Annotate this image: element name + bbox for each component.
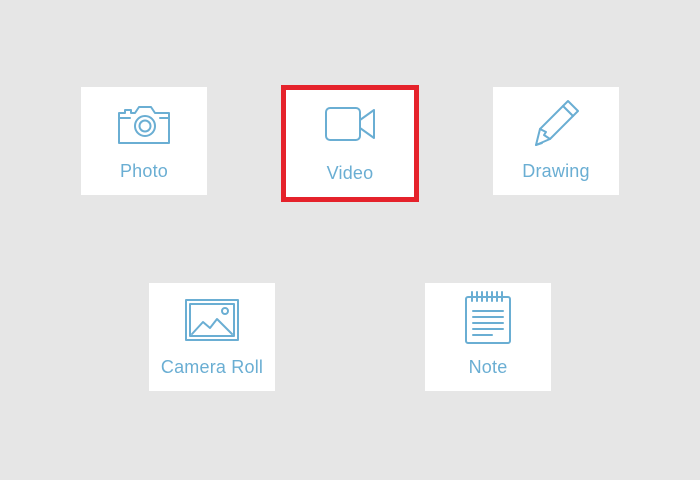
camera-roll-label: Camera Roll: [160, 357, 264, 377]
photo-label: Photo: [119, 161, 169, 181]
video-camera-icon: [281, 99, 419, 149]
video-button[interactable]: Video: [281, 85, 419, 202]
camera-icon: [81, 99, 207, 149]
drawing-button[interactable]: Drawing: [493, 87, 619, 195]
photo-button[interactable]: Photo: [81, 87, 207, 195]
notepad-icon: [425, 291, 551, 345]
note-button[interactable]: Note: [425, 283, 551, 391]
note-label: Note: [468, 357, 508, 377]
camera-roll-button[interactable]: Camera Roll: [149, 283, 275, 391]
pencil-icon: [493, 99, 619, 149]
image-icon: [149, 295, 275, 345]
drawing-label: Drawing: [522, 161, 590, 181]
video-label: Video: [326, 163, 374, 183]
